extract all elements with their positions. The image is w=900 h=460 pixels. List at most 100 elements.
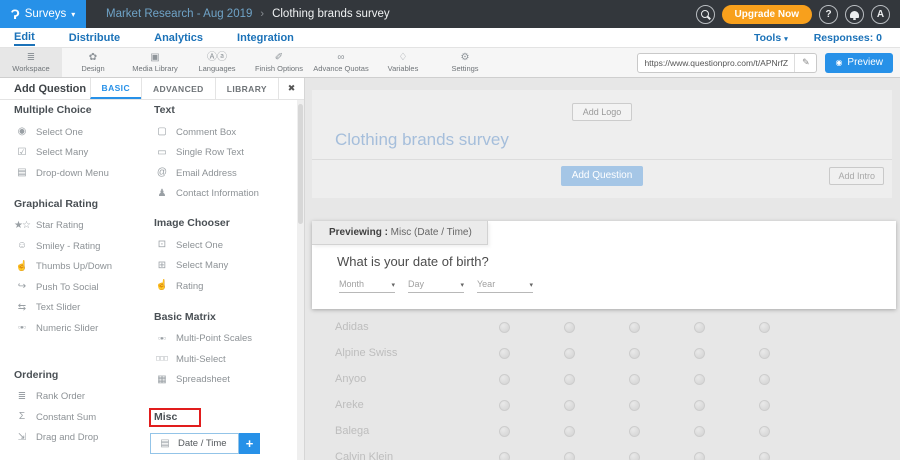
radio-button[interactable] [499,374,510,385]
nav-edit[interactable]: Edit [14,29,35,46]
section-graphical-rating: Graphical Rating★☆Star Rating☺Smiley - R… [14,198,154,339]
breadcrumb-folder[interactable]: Market Research - Aug 2019 [106,8,252,20]
search-button[interactable] [696,5,715,24]
section-title: Basic Matrix [154,311,216,323]
radio-button[interactable] [629,374,640,385]
panel-scrollbar[interactable] [297,100,304,460]
qtype-star-rating[interactable]: ★☆Star Rating [14,216,154,237]
qtype-contact-information[interactable]: ♟Contact Information [154,184,304,205]
radio-button[interactable] [499,322,510,333]
qtype-spreadsheet[interactable]: ▦Spreadsheet [154,370,304,391]
qtype-select-many[interactable]: ⊞Select Many [154,256,304,277]
radio-button[interactable] [564,322,575,333]
radio-button[interactable] [499,452,510,460]
radio-button[interactable] [694,426,705,437]
radio-button[interactable] [629,400,640,411]
add-question-button[interactable]: Add Question [561,166,644,186]
radio-button[interactable] [629,348,640,359]
toolbar-settings[interactable]: ⚙Settings [434,48,496,77]
qtype-select-one[interactable]: ◉Select One [14,122,154,143]
radio-button[interactable] [564,452,575,460]
survey-title[interactable]: Clothing brands survey [335,130,892,150]
year-dropdown[interactable]: Year▾ [477,279,533,293]
radio-button[interactable] [694,452,705,460]
qtype-smiley-rating[interactable]: ☺Smiley - Rating [14,236,154,257]
nav-analytics[interactable]: Analytics [154,30,203,45]
radio-button[interactable] [694,322,705,333]
qtype-constant-sum[interactable]: ΣConstant Sum [14,407,154,428]
nav-integration[interactable]: Integration [237,30,294,45]
matrix-row-balega: Balega [312,418,900,444]
radio-button[interactable] [694,400,705,411]
radio-button[interactable] [564,400,575,411]
tab-advanced[interactable]: ADVANCED [141,78,215,99]
day-dropdown[interactable]: Day▾ [408,279,464,293]
survey-url-input[interactable] [638,58,794,68]
checkbox-list-icon: ☑ [14,148,29,158]
qtype-rank-order[interactable]: ≣Rank Order [14,387,154,408]
upgrade-now-button[interactable]: Upgrade Now [722,5,812,24]
radio-button[interactable] [759,374,770,385]
notifications-button[interactable] [845,5,864,24]
qtype-numeric-slider[interactable]: ○●○Numeric Slider [14,318,154,339]
toolbar-workspace[interactable]: ≣Workspace [0,48,62,77]
qtype-multi-select[interactable]: ◻◻◻Multi-Select [154,349,304,370]
qtype-push-to-social[interactable]: ↪Push To Social [14,277,154,298]
add-logo-button[interactable]: Add Logo [572,103,633,121]
responses-count[interactable]: Responses: 0 [814,32,882,44]
month-dropdown[interactable]: Month▾ [339,279,395,293]
matrix-row-adidas: Adidas [312,314,900,340]
preview-button[interactable]: ◉ Preview [825,53,893,73]
radio-button[interactable] [759,348,770,359]
radio-button[interactable] [564,374,575,385]
radio-button[interactable] [564,348,575,359]
edit-url-button[interactable]: ✎ [794,54,816,72]
toolbar-languages[interactable]: ⒶⓐLanguages [186,48,248,77]
radio-button[interactable] [499,426,510,437]
qtype-select-one[interactable]: ⊡Select One [154,235,304,256]
divider [312,159,892,160]
matrix-row-calvin-klein: Calvin Klein [312,444,900,460]
qtype-rating[interactable]: ☝Rating [154,276,304,297]
surveys-menu[interactable]: Ɂ Surveys ▾ [0,0,86,28]
dropdown-icon: ▤ [14,168,29,178]
add-date-time-button[interactable]: + [239,433,260,454]
toolbar-variables[interactable]: ♢Variables [372,48,434,77]
help-button[interactable]: ? [819,5,838,24]
nav-distribute[interactable]: Distribute [69,30,120,45]
radio-button[interactable] [694,374,705,385]
tab-basic[interactable]: BASIC [90,78,141,99]
radio-button[interactable] [499,348,510,359]
qtype-date-time[interactable]: ▤Date / Time [150,433,239,454]
radio-button[interactable] [694,348,705,359]
radio-button[interactable] [759,322,770,333]
toolbar-advance-quotas[interactable]: ∞Advance Quotas [310,48,372,77]
toolbar-finish-options[interactable]: ✐Finish Options [248,48,310,77]
qtype-multi-point-scales[interactable]: ○●○Multi-Point Scales [154,329,304,350]
qtype-comment-box[interactable]: ▢Comment Box [154,122,304,143]
qtype-text-slider[interactable]: ⇆Text Slider [14,298,154,319]
radio-button[interactable] [759,426,770,437]
qtype-thumbs-up-down[interactable]: ☝Thumbs Up/Down [14,257,154,278]
toolbar-design[interactable]: ✿Design [62,48,124,77]
tools-menu[interactable]: Tools▾ [754,32,788,44]
radio-button[interactable] [564,426,575,437]
close-panel-button[interactable]: ✖ [278,78,304,99]
add-intro-button[interactable]: Add Intro [829,167,884,185]
radio-button[interactable] [629,322,640,333]
radio-button[interactable] [759,452,770,460]
toolbar-media-library[interactable]: ▣Media Library [124,48,186,77]
qtype-drag-and-drop[interactable]: ⇲Drag and Drop [14,428,154,449]
tab-library[interactable]: LIBRARY [215,78,278,99]
breadcrumb-separator: › [260,8,264,20]
qtype-drop-down-menu[interactable]: ▤Drop-down Menu [14,163,154,184]
at-sign-icon: @ [154,168,169,178]
qtype-single-row-text[interactable]: ▭Single Row Text [154,143,304,164]
qtype-email-address[interactable]: @Email Address [154,163,304,184]
radio-button[interactable] [629,452,640,460]
radio-button[interactable] [629,426,640,437]
avatar[interactable]: A [871,5,890,24]
radio-button[interactable] [759,400,770,411]
qtype-select-many[interactable]: ☑Select Many [14,143,154,164]
radio-button[interactable] [499,400,510,411]
